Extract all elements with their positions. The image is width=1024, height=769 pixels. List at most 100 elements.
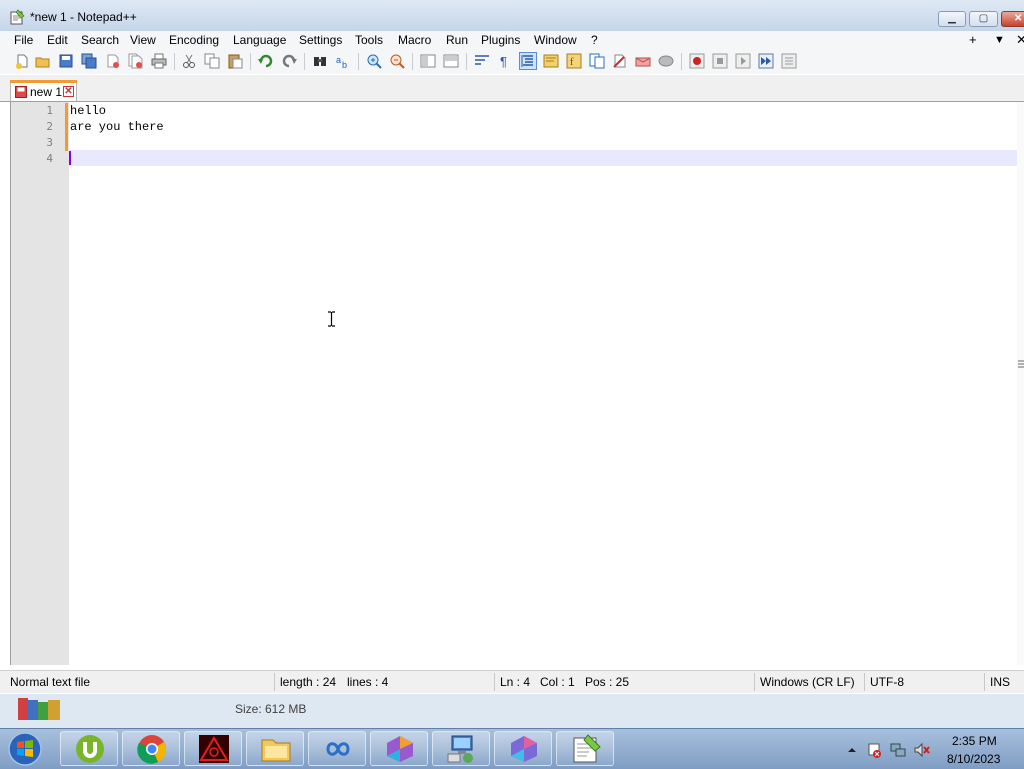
status-divider xyxy=(984,673,985,691)
current-line-highlight xyxy=(69,150,1017,166)
taskbar-network[interactable] xyxy=(432,731,490,766)
network-icon xyxy=(447,735,473,763)
taskbar-app-2[interactable] xyxy=(494,731,552,766)
word-wrap-icon[interactable] xyxy=(474,53,490,69)
status-insert-mode[interactable]: INS xyxy=(990,675,1010,689)
sync-horizontal-icon[interactable] xyxy=(443,53,459,69)
app-icon xyxy=(387,736,413,762)
tab-new-1[interactable]: new 1 ✕ xyxy=(10,80,77,101)
menu-macro[interactable]: Macro xyxy=(398,33,431,47)
chrome-icon xyxy=(137,735,167,764)
vertical-scrollbar[interactable] xyxy=(1017,102,1024,665)
save-macro-icon[interactable] xyxy=(781,53,797,69)
svg-text:b: b xyxy=(342,60,347,69)
taskbar-notepad-plus-plus[interactable] xyxy=(556,731,614,766)
menu-view[interactable]: View xyxy=(130,33,156,47)
menu-language[interactable]: Language xyxy=(233,33,286,47)
start-button[interactable] xyxy=(6,732,44,766)
doc-map-icon[interactable] xyxy=(543,53,559,69)
taskbar-app[interactable] xyxy=(370,731,428,766)
menu-file[interactable]: File xyxy=(14,33,33,47)
status-ln: Ln : 4 xyxy=(500,675,531,689)
menu-edit[interactable]: Edit xyxy=(47,33,68,47)
save-all-icon[interactable] xyxy=(81,53,97,69)
undo-icon[interactable] xyxy=(258,53,274,69)
toolbar-separator xyxy=(174,53,175,70)
tab-list-dropdown[interactable]: ▼ xyxy=(994,34,1005,46)
status-lines: lines : 4 xyxy=(347,675,389,689)
zoom-in-icon[interactable] xyxy=(366,53,382,69)
close-all-icon[interactable] xyxy=(127,53,143,69)
minimize-icon: ▁ xyxy=(948,13,956,24)
editor[interactable]: 1 2 3 4 hello are you there xyxy=(10,102,1024,665)
monitoring-icon[interactable] xyxy=(612,53,628,69)
minimize-button[interactable]: ▁ xyxy=(938,11,966,27)
maximize-icon: ▢ xyxy=(978,13,989,24)
maximize-button[interactable]: ▢ xyxy=(969,11,998,27)
show-hidden-icons-icon[interactable] xyxy=(844,742,860,758)
clock-date[interactable]: 8/10/2023 xyxy=(947,752,1000,766)
toolbar-separator xyxy=(466,53,467,70)
taskbar-file-explorer[interactable] xyxy=(246,731,304,766)
text-area[interactable]: hello are you there xyxy=(69,102,1017,665)
comment-icon[interactable] xyxy=(658,53,674,69)
run-multiple-macro-icon[interactable] xyxy=(758,53,774,69)
play-macro-icon[interactable] xyxy=(735,53,751,69)
close-window-button[interactable]: ✕ xyxy=(1001,11,1024,27)
record-macro-icon[interactable] xyxy=(689,53,705,69)
status-divider xyxy=(274,673,275,691)
save-icon[interactable] xyxy=(58,53,74,69)
status-eol[interactable]: Windows (CR LF) xyxy=(760,675,855,689)
tab-label: new 1 xyxy=(30,85,63,99)
notepad-plus-plus-app-icon xyxy=(10,9,25,25)
paste-icon[interactable] xyxy=(227,53,243,69)
open-file-icon[interactable] xyxy=(35,53,51,69)
new-file-icon[interactable] xyxy=(14,53,30,69)
function-list-icon[interactable]: f xyxy=(566,53,582,69)
clock-time[interactable]: 2:35 PM xyxy=(952,734,997,748)
status-divider xyxy=(864,673,865,691)
cut-icon[interactable] xyxy=(181,53,197,69)
taskbar-chrome[interactable] xyxy=(122,731,180,766)
line-number-gutter: 1 2 3 4 xyxy=(11,102,69,665)
line-number: 2 xyxy=(46,120,53,133)
indent-guide-icon[interactable] xyxy=(519,52,537,70)
toolbar: ab ¶ f xyxy=(0,50,1024,74)
menu-settings[interactable]: Settings xyxy=(299,33,342,47)
redo-icon[interactable] xyxy=(281,53,297,69)
status-encoding[interactable]: UTF-8 xyxy=(870,675,904,689)
menu-help[interactable]: ? xyxy=(591,33,598,47)
menu-tools[interactable]: Tools xyxy=(355,33,383,47)
replace-icon[interactable]: ab xyxy=(335,53,351,69)
title-bar[interactable]: *new 1 - Notepad++ ▁ ▢ ✕ xyxy=(0,0,1024,32)
add-tab-button[interactable]: + xyxy=(969,32,977,47)
show-all-chars-icon[interactable]: ¶ xyxy=(497,53,513,69)
close-icon[interactable] xyxy=(105,53,121,69)
status-pos: Pos : 25 xyxy=(585,675,630,689)
menu-plugins[interactable]: Plugins xyxy=(481,33,520,47)
zoom-out-icon[interactable] xyxy=(389,53,405,69)
action-center-icon[interactable] xyxy=(866,742,882,758)
taskbar-infinity-app[interactable] xyxy=(308,731,366,766)
menu-window[interactable]: Window xyxy=(534,33,577,47)
menu-search[interactable]: Search xyxy=(81,33,119,47)
infinity-icon xyxy=(326,742,350,756)
doc-list-icon[interactable] xyxy=(635,53,651,69)
volume-muted-icon[interactable] xyxy=(914,742,930,758)
tab-close-icon[interactable]: ✕ xyxy=(63,86,74,97)
close-document-button[interactable]: ✕ xyxy=(1016,32,1024,48)
print-icon[interactable] xyxy=(151,53,167,69)
find-icon[interactable] xyxy=(312,53,328,69)
taskbar-vpn[interactable] xyxy=(184,731,242,766)
file-explorer-icon xyxy=(261,739,291,762)
folder-workspace-icon[interactable] xyxy=(589,53,605,69)
status-file-type: Normal text file xyxy=(10,675,91,689)
copy-icon[interactable] xyxy=(204,53,220,69)
menu-encoding[interactable]: Encoding xyxy=(169,33,219,47)
taskbar-utorrent[interactable] xyxy=(60,731,118,766)
vpn-icon xyxy=(199,735,229,763)
stop-macro-icon[interactable] xyxy=(712,53,728,69)
sync-vertical-icon[interactable] xyxy=(420,53,436,69)
menu-run[interactable]: Run xyxy=(446,33,468,47)
network-tray-icon[interactable] xyxy=(890,742,906,758)
